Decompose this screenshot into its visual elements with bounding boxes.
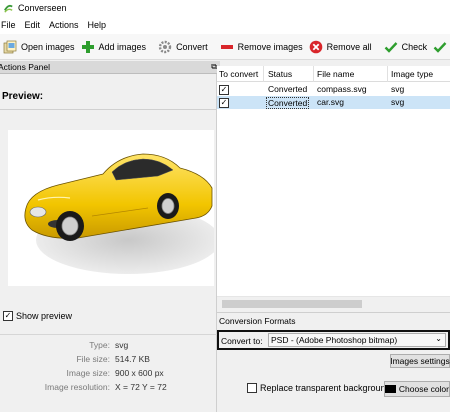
checkmark-icon — [433, 41, 447, 53]
chevron-down-icon: ⌄ — [435, 334, 442, 343]
info-type-label: Type: — [89, 340, 110, 350]
choose-color-label: Choose color — [398, 384, 449, 394]
row-file-name: car.svg — [317, 97, 344, 107]
remove-all-label: Remove all — [326, 41, 372, 52]
section-divider — [217, 312, 450, 313]
replace-transparent-label: Replace transparent background — [260, 383, 391, 393]
info-file-size-label: File size: — [76, 354, 110, 364]
image-preview — [8, 130, 214, 286]
color-swatch — [385, 385, 396, 393]
gear-icon — [158, 40, 172, 53]
open-images-label: Open images — [21, 41, 75, 52]
convert-to-row: Convert to: PSD - (Adobe Photoshop bitma… — [217, 330, 450, 350]
menu-help[interactable]: Help — [87, 20, 113, 30]
remove-images-button[interactable]: Remove images — [217, 36, 306, 58]
images-settings-button[interactable]: Images settings — [390, 354, 450, 368]
menu-file[interactable]: File — [0, 20, 22, 30]
info-resolution-value: X = 72 Y = 72 — [115, 382, 167, 392]
info-resolution-label: Image resolution: — [44, 382, 110, 392]
scrollbar-thumb[interactable] — [222, 300, 362, 308]
column-divider[interactable] — [387, 66, 388, 82]
show-preview-check-icon: ✓ — [3, 311, 13, 321]
open-images-button[interactable]: Open images — [0, 36, 78, 58]
remove-images-label: Remove images — [237, 41, 303, 52]
app-logo-icon — [4, 4, 13, 13]
column-header-file-name[interactable]: File name — [317, 69, 354, 79]
convert-to-select[interactable]: PSD - (Adobe Photoshop bitmap) ⌄ — [268, 333, 446, 347]
menu-actions[interactable]: Actions — [48, 20, 85, 30]
info-image-size-value: 900 x 600 px — [115, 368, 164, 378]
row-status: Converted — [268, 84, 308, 94]
toolbar: Open images Add images Convert Remove im… — [0, 34, 450, 60]
row-checkbox[interactable]: ✓ — [219, 97, 232, 108]
folder-images-icon — [3, 40, 17, 53]
preview-label: Preview: — [2, 91, 44, 102]
table-header: To convert Status File name Image type — [217, 66, 450, 82]
conversion-formats-label: Conversion Formats — [219, 316, 296, 326]
preview-divider — [0, 109, 217, 110]
info-image-size-label: Image size: — [66, 368, 110, 378]
checkmark-icon — [384, 41, 398, 53]
check-label: Check — [401, 41, 428, 52]
column-divider[interactable] — [263, 66, 264, 82]
x-circle-icon — [309, 40, 322, 53]
remove-all-button[interactable]: Remove all — [306, 36, 375, 58]
replace-transparent-checkbox[interactable]: Replace transparent background — [247, 383, 391, 393]
replace-transparent-check-box — [247, 383, 257, 393]
convert-to-label: Convert to: — [221, 336, 263, 346]
column-divider[interactable] — [313, 66, 314, 82]
table-row[interactable]: ✓ Converted compass.svg svg — [217, 83, 450, 96]
minus-icon — [220, 44, 233, 49]
column-header-to-convert[interactable]: To convert — [219, 69, 258, 79]
file-table: To convert Status File name Image type ✓… — [217, 66, 450, 310]
show-preview-checkbox[interactable]: ✓ Show preview — [3, 311, 72, 321]
row-image-type: svg — [391, 84, 405, 94]
add-images-label: Add images — [98, 41, 147, 52]
check-button[interactable]: Check — [381, 36, 431, 58]
actions-panel-header: Actions Panel ⧉ — [0, 61, 220, 74]
row-status: Converted — [266, 97, 310, 109]
uncheck-button[interactable] — [430, 36, 450, 58]
title-bar: Converseen — [0, 0, 450, 16]
convert-label: Convert — [176, 41, 208, 52]
info-divider — [0, 334, 217, 335]
menu-bar: File Edit Actions Help — [0, 16, 450, 34]
images-settings-label: Images settings — [390, 356, 450, 366]
column-header-status[interactable]: Status — [268, 69, 292, 79]
column-header-image-type[interactable]: Image type — [391, 69, 433, 79]
row-checkbox[interactable]: ✓ — [219, 84, 232, 95]
choose-color-button[interactable]: Choose color — [384, 381, 450, 397]
car-preview-image — [24, 153, 214, 274]
row-image-type: svg — [391, 97, 405, 107]
table-row-selected[interactable]: ✓ Converted car.svg svg — [217, 96, 450, 109]
add-images-button[interactable]: Add images — [78, 36, 150, 58]
row-file-name: compass.svg — [317, 84, 367, 94]
convert-to-value: PSD - (Adobe Photoshop bitmap) — [271, 335, 398, 345]
actions-panel: Preview: ✓ Show preview Type: svg File s… — [0, 74, 217, 412]
window-title: Converseen — [18, 3, 67, 13]
show-preview-label: Show preview — [16, 311, 73, 321]
info-file-size-value: 514.7 KB — [115, 354, 150, 364]
actions-panel-title: Actions Panel — [0, 62, 50, 72]
horizontal-scrollbar[interactable] — [217, 296, 450, 310]
convert-button[interactable]: Convert — [155, 36, 211, 58]
info-type-value: svg — [115, 340, 129, 350]
menu-edit[interactable]: Edit — [24, 20, 47, 30]
plus-icon — [81, 40, 94, 53]
